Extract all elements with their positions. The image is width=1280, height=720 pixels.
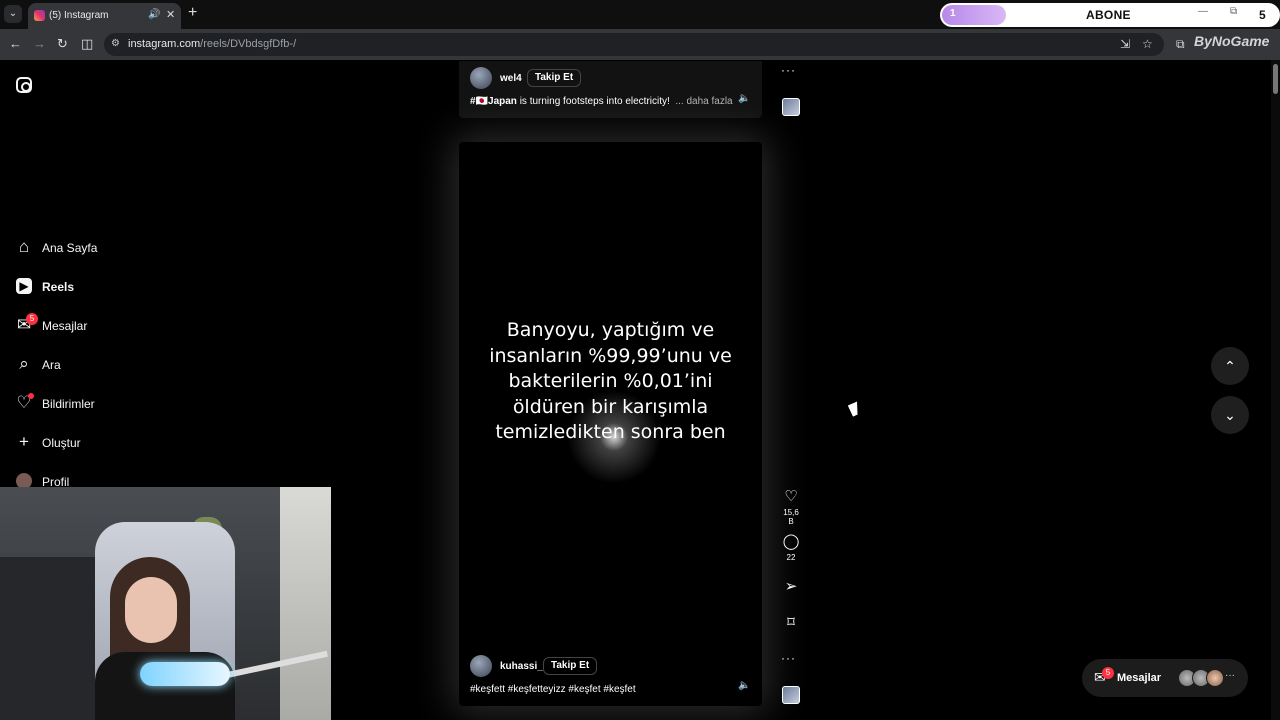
- speaker-icon[interactable]: 🔊: [148, 9, 160, 20]
- streamer-watermark: ByNoGame: [1194, 33, 1270, 49]
- browser-tab-bar: ⌄ (5) Instagram 🔊 ✕ + 1 ABONE — ⧉ 5: [0, 0, 1280, 29]
- scrollbar-thumb[interactable]: [1273, 64, 1278, 94]
- notification-dot: [28, 393, 34, 399]
- more-link[interactable]: ... daha fazla: [675, 96, 732, 107]
- reload-icon[interactable]: ↻: [57, 37, 68, 51]
- url-field[interactable]: ⚙ instagram.com/reels/DVbdsgfDfb-/: [104, 33, 1164, 56]
- sidebar-item-home[interactable]: ⌂ Ana Sayfa: [14, 237, 214, 259]
- sidebar-item-create[interactable]: + Oluştur: [14, 432, 214, 454]
- sidebar-item-label: Oluştur: [42, 436, 81, 450]
- close-icon[interactable]: ✕: [166, 8, 175, 21]
- like-count: 15,6 B: [783, 508, 799, 526]
- audio-thumbnail[interactable]: [782, 98, 800, 116]
- next-reel-button[interactable]: ⌄: [1211, 396, 1249, 434]
- shelf: [0, 557, 95, 720]
- instagram-logo-icon[interactable]: [16, 77, 32, 93]
- minimize-icon[interactable]: —: [1198, 6, 1208, 17]
- chevron-down-icon: ⌄: [1224, 407, 1236, 423]
- bookmark-icon: ⌑: [787, 614, 795, 631]
- avatar[interactable]: [470, 655, 492, 677]
- previous-reel-button[interactable]: ⌃: [1211, 347, 1249, 385]
- page-scrollbar[interactable]: [1271, 60, 1280, 720]
- reels-icon: ▶: [16, 278, 32, 294]
- messages-label: Mesajlar: [1117, 672, 1162, 684]
- reel-caption: #🇯🇵Japan is turning footsteps into elect…: [470, 96, 733, 107]
- forward-arrow-icon[interactable]: →: [33, 37, 46, 51]
- more-icon: ···: [1225, 670, 1235, 681]
- sidebar-item-notifications[interactable]: ♡ Bildirimler: [14, 393, 214, 415]
- new-tab-button[interactable]: +: [188, 5, 197, 21]
- mouse-cursor: [847, 401, 863, 417]
- streamer-face: [125, 577, 177, 643]
- tab-search-button[interactable]: ⌄: [4, 5, 22, 23]
- caption-text: is turning footsteps into electricity!: [516, 96, 670, 107]
- sidebar-item-label: Mesajlar: [42, 319, 88, 333]
- url-domain: instagram.com: [128, 38, 201, 50]
- extensions-icon[interactable]: ⧉: [1176, 37, 1185, 52]
- subscriber-count: 1: [950, 8, 956, 19]
- site-info-icon[interactable]: ⚙: [111, 38, 120, 49]
- save-button[interactable]: ⌑: [780, 614, 802, 632]
- caption-hashtag[interactable]: #🇯🇵Japan: [470, 96, 517, 107]
- instagram-favicon-icon: [34, 10, 45, 21]
- webcam-overlay: [0, 487, 331, 720]
- tab-title: (5) Instagram: [49, 10, 109, 21]
- chevron-up-icon: ⌃: [1224, 358, 1236, 374]
- sidebar-item-label: Bildirimler: [42, 397, 95, 411]
- sidebar-item-label: Reels: [42, 280, 75, 294]
- bookmark-star-icon[interactable]: ☆: [1142, 37, 1153, 51]
- home-icon: ⌂: [18, 237, 30, 256]
- avatar[interactable]: [470, 67, 492, 89]
- messages-pill[interactable]: ✉ 5 Mesajlar ···: [1082, 659, 1248, 697]
- restore-icon[interactable]: ⧉: [1230, 6, 1237, 17]
- search-icon: ⌕: [19, 354, 29, 373]
- browser-address-bar: ← → ↻ ◫ ⚙ instagram.com/reels/DVbdsgfDfb…: [0, 29, 1280, 60]
- notification-badge: 5: [1102, 667, 1114, 679]
- back-arrow-icon[interactable]: ←: [9, 37, 22, 51]
- follow-button[interactable]: Takip Et: [543, 657, 598, 675]
- reel-overlay-text: Banyoyu, yaptığım ve insanların %99,99’u…: [489, 319, 732, 444]
- share-button[interactable]: ➢: [780, 578, 802, 596]
- speaker-icon[interactable]: 🔈: [738, 93, 750, 104]
- follow-button[interactable]: Takip Et: [527, 69, 582, 87]
- audio-thumbnail[interactable]: [782, 686, 800, 704]
- install-app-icon[interactable]: ⇲: [1120, 37, 1130, 51]
- url-text: instagram.com/reels/DVbdsgfDfb-/: [128, 38, 296, 50]
- avatar: [1206, 669, 1224, 687]
- browser-tab[interactable]: (5) Instagram 🔊 ✕: [28, 3, 181, 29]
- more-options-icon[interactable]: ···: [781, 651, 796, 665]
- sidepanel-icon[interactable]: ◫: [81, 37, 93, 51]
- notification-badge: 5: [26, 313, 38, 325]
- microphone: [140, 662, 230, 686]
- subscriber-goal: 5: [1259, 8, 1266, 22]
- sidebar-item-reels[interactable]: ▶ Reels: [14, 276, 214, 298]
- reel-video[interactable]: Banyoyu, yaptığım ve insanların %99,99’u…: [459, 142, 762, 706]
- more-options-icon[interactable]: ···: [781, 63, 796, 77]
- plus-icon: +: [19, 432, 29, 451]
- reel-caption: #keşfett #keşfetteyizz #keşfet #keşfet: [470, 684, 636, 695]
- comment-icon: ◯: [782, 533, 800, 550]
- sidebar-item-search[interactable]: ⌕ Ara: [14, 354, 214, 376]
- url-path: /reels/DVbdsgfDfb-/: [200, 38, 297, 50]
- sidebar-item-label: Ana Sayfa: [42, 241, 98, 255]
- subscriber-label: ABONE: [1086, 8, 1131, 22]
- heart-icon: ♡: [784, 488, 798, 505]
- comment-button[interactable]: ◯ 22: [780, 533, 802, 562]
- speaker-icon[interactable]: 🔈: [738, 680, 750, 691]
- comment-count: 22: [786, 553, 796, 562]
- previous-reel-footer: wel4 Takip Et #🇯🇵Japan is turning footst…: [459, 61, 762, 118]
- subscriber-goal-overlay: 1 ABONE — ⧉ 5: [940, 3, 1280, 27]
- send-icon: ➢: [784, 578, 798, 595]
- username[interactable]: kuhassi_: [500, 661, 543, 672]
- sidebar-item-messages[interactable]: ✉ 5 Mesajlar: [14, 313, 214, 337]
- like-button[interactable]: ♡ 15,6 B: [780, 488, 802, 526]
- username[interactable]: wel4: [500, 73, 522, 84]
- sidebar-item-label: Ara: [42, 358, 61, 372]
